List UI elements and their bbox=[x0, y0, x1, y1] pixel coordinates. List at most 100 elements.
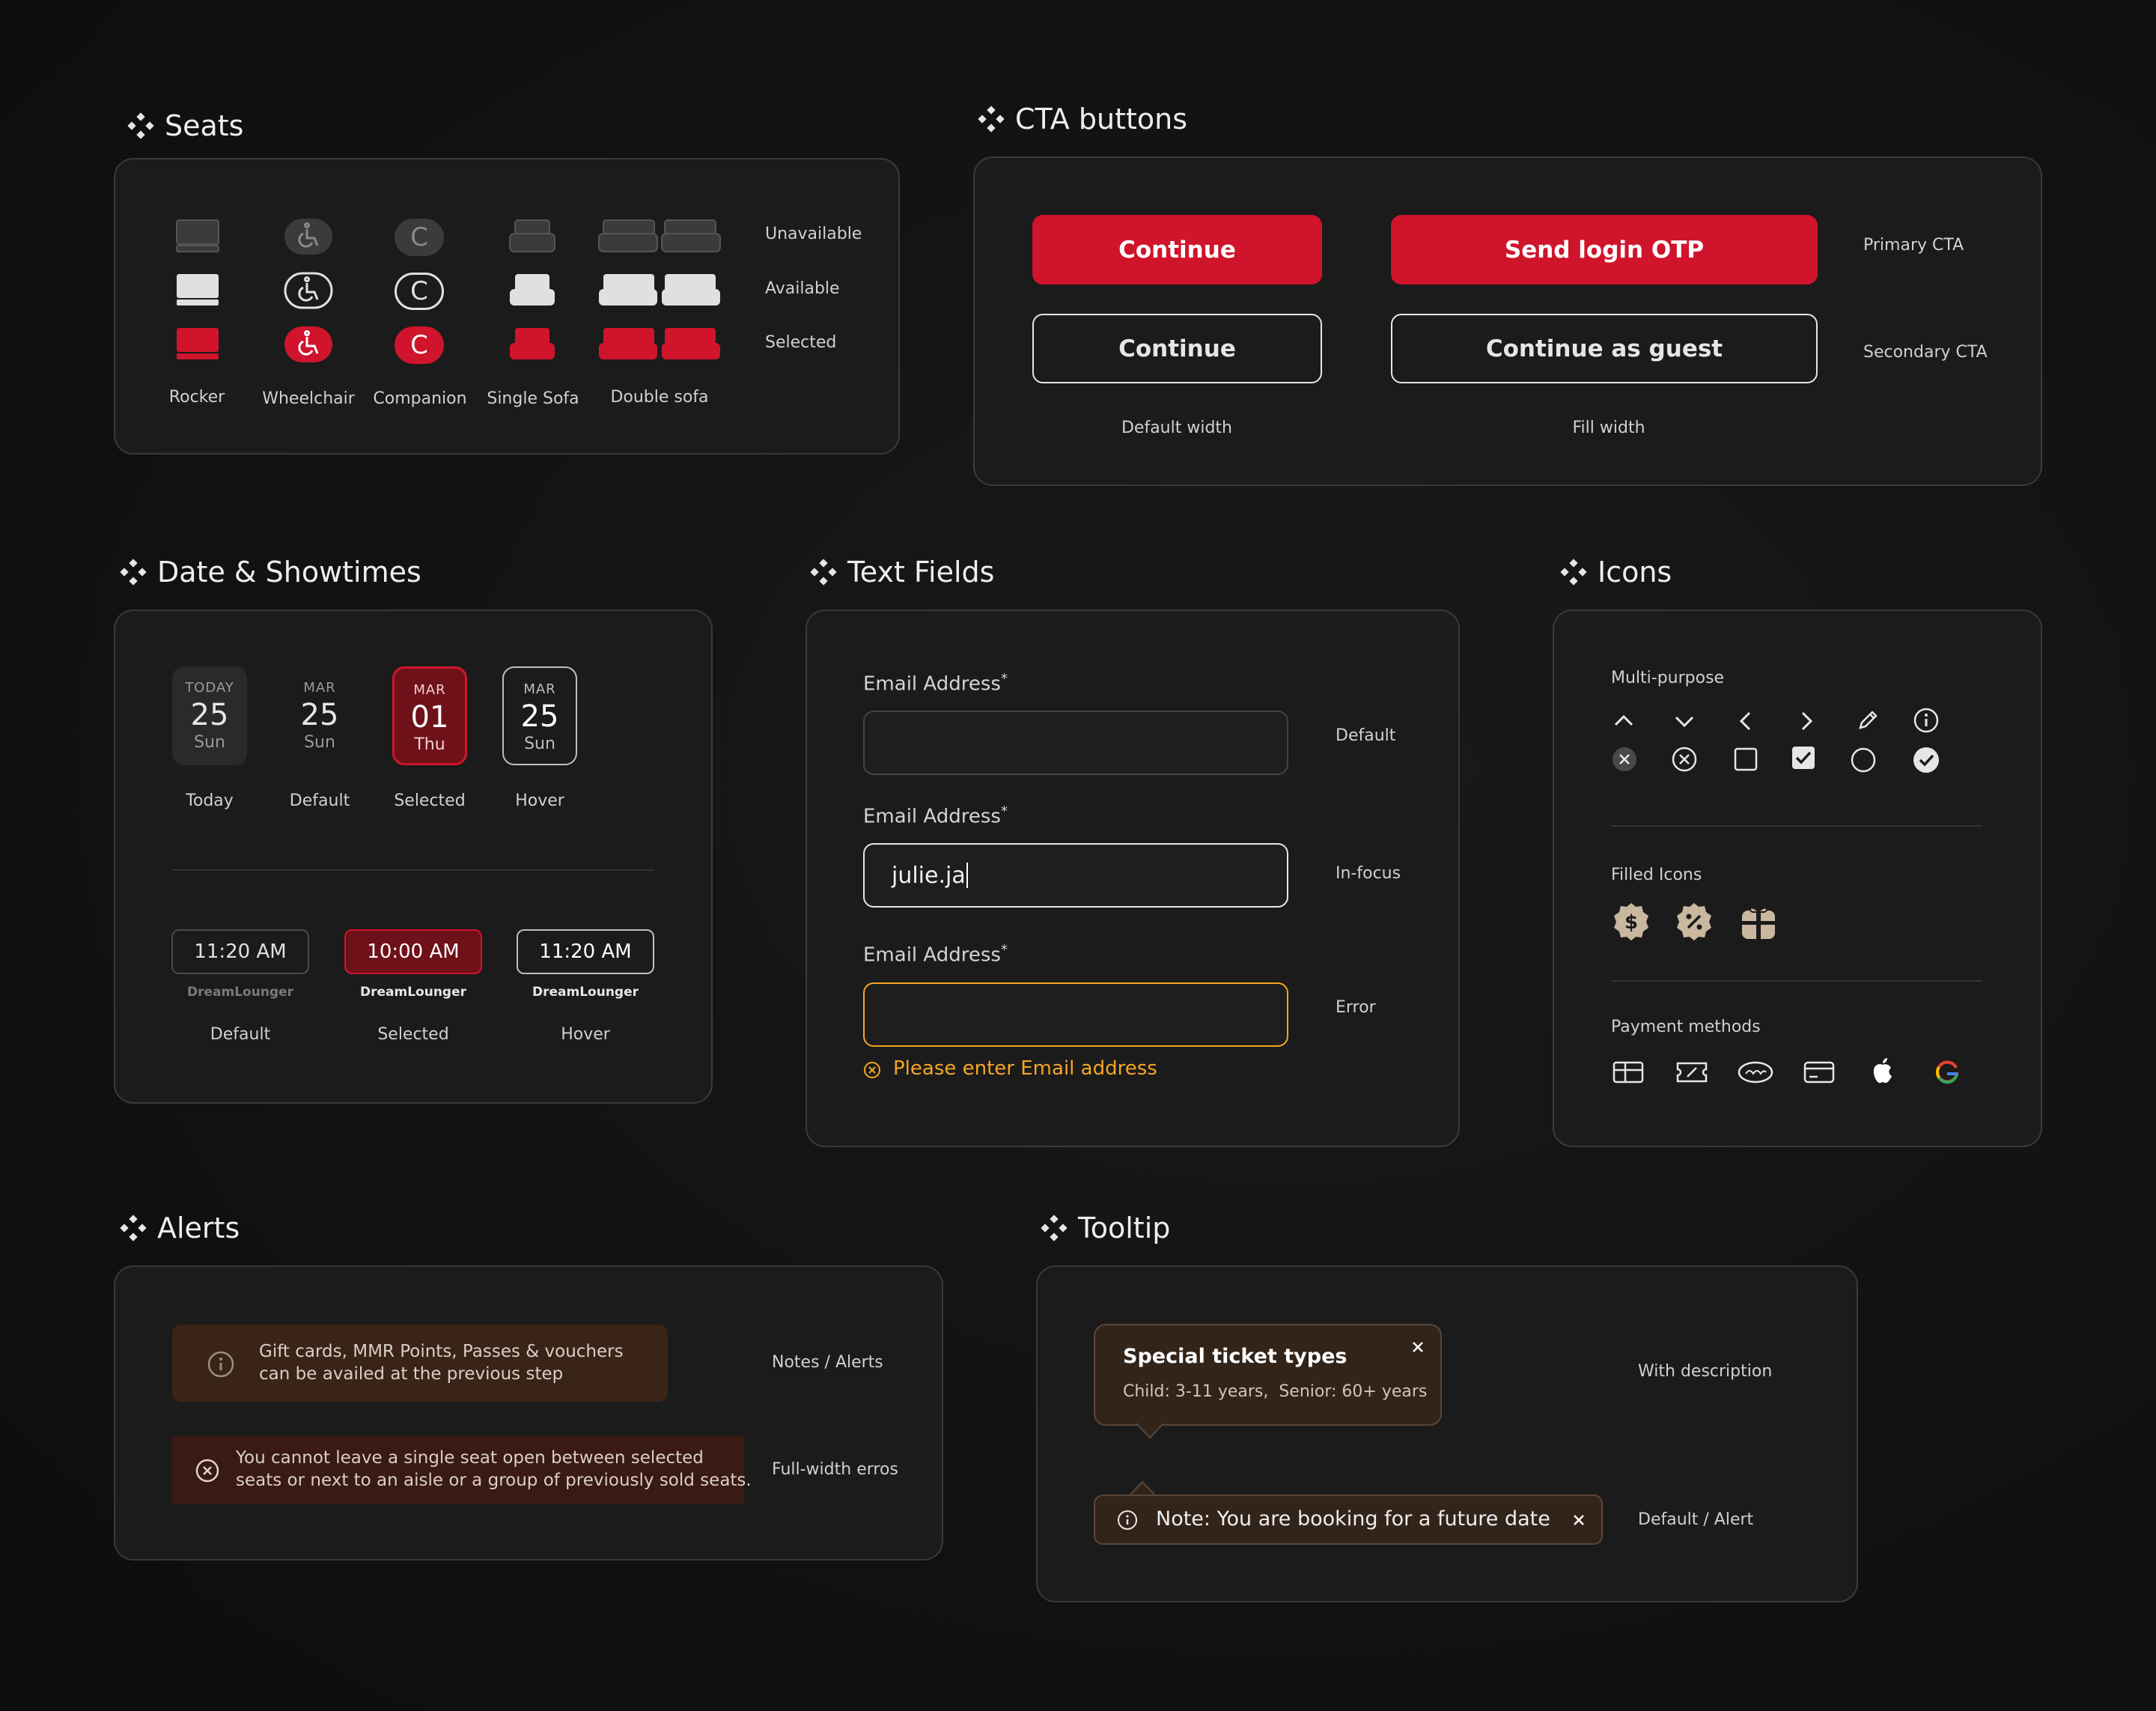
chevron-right-icon[interactable] bbox=[1794, 708, 1819, 734]
radio-empty-icon[interactable] bbox=[1849, 746, 1878, 774]
error-alert-text: You cannot leave a single seat open betw… bbox=[236, 1448, 752, 1490]
notes-alerts-label: Notes / Alerts bbox=[772, 1353, 883, 1372]
chevron-left-icon[interactable] bbox=[1733, 708, 1758, 734]
close-icon[interactable] bbox=[1409, 1338, 1427, 1356]
showtime-hover[interactable]: 11:20 AM bbox=[517, 929, 654, 974]
clear-filled-icon[interactable] bbox=[1611, 746, 1638, 773]
loyalty-points-icon[interactable] bbox=[1737, 1059, 1774, 1086]
date-chip-default[interactable]: MAR 25 Sun bbox=[282, 666, 357, 765]
field-state-default: Default bbox=[1336, 726, 1396, 745]
discount-badge-icon bbox=[1677, 903, 1711, 940]
primary-cta-label: Primary CTA bbox=[1863, 236, 1964, 255]
payment-methods-label: Payment methods bbox=[1611, 1018, 1761, 1036]
filled-icons-label: Filled Icons bbox=[1611, 866, 1702, 884]
info-icon[interactable] bbox=[1913, 707, 1940, 734]
email-label-focus: Email Address* bbox=[863, 803, 1008, 828]
double-sofa-unavailable bbox=[598, 219, 721, 252]
secondary-cta-label: Secondary CTA bbox=[1863, 343, 1988, 362]
col-label-wheelchair: Wheelchair bbox=[262, 389, 355, 408]
tooltip-note-text: Note: You are booking for a future date bbox=[1156, 1507, 1550, 1531]
col-label-companion: Companion bbox=[373, 389, 467, 408]
tooltip-section-title: Tooltip bbox=[1041, 1212, 1170, 1244]
double-sofa-available[interactable] bbox=[597, 271, 722, 310]
single-sofa-unavailable bbox=[509, 219, 555, 252]
full-width-errors-label: Full-width erros bbox=[772, 1460, 898, 1479]
tooltip-with-description bbox=[1094, 1324, 1442, 1426]
companion-seat-available[interactable]: C bbox=[395, 273, 444, 310]
rocker-seat-available[interactable] bbox=[175, 273, 220, 307]
date-chip-selected[interactable]: MAR 01 Thu bbox=[392, 666, 467, 765]
close-icon[interactable] bbox=[1570, 1511, 1588, 1529]
check-circle-filled-icon[interactable] bbox=[1912, 746, 1940, 774]
showtime-default[interactable]: 11:20 AM bbox=[171, 929, 309, 974]
col-label-rocker: Rocker bbox=[168, 388, 225, 407]
showtime-caption-hover: Hover bbox=[561, 1025, 610, 1044]
default-alert-label: Default / Alert bbox=[1638, 1510, 1754, 1529]
error-message: Please enter Email address bbox=[893, 1057, 1157, 1080]
field-state-focus: In-focus bbox=[1336, 864, 1401, 883]
double-sofa-selected[interactable] bbox=[597, 325, 722, 364]
date-section-title: Date & Showtimes bbox=[120, 556, 421, 589]
apple-pay-icon[interactable] bbox=[1869, 1056, 1896, 1086]
row-label-unavailable: Unavailable bbox=[765, 225, 862, 243]
showtime-format-default: DreamLounger bbox=[186, 985, 294, 1000]
email-label-default: Email Address* bbox=[863, 671, 1008, 696]
icons-divider-1 bbox=[1611, 825, 1982, 827]
voucher-icon[interactable] bbox=[1675, 1059, 1708, 1086]
showtime-selected[interactable]: 10:00 AM bbox=[344, 929, 482, 974]
col-label-double-sofa: Double sofa bbox=[610, 388, 709, 407]
fill-width-label: Fill width bbox=[1572, 419, 1645, 437]
field-state-error: Error bbox=[1336, 998, 1376, 1017]
credit-card-icon[interactable] bbox=[1803, 1059, 1836, 1086]
component-icon bbox=[978, 106, 1005, 133]
text-caret bbox=[966, 863, 968, 888]
google-pay-icon[interactable] bbox=[1934, 1059, 1961, 1086]
with-description-label: With description bbox=[1638, 1362, 1773, 1381]
wheelchair-seat-unavailable bbox=[284, 219, 332, 255]
cta-section-title: CTA buttons bbox=[978, 103, 1187, 136]
col-label-single-sofa: Single Sofa bbox=[487, 389, 579, 408]
single-sofa-available[interactable] bbox=[508, 271, 557, 310]
pencil-icon[interactable] bbox=[1854, 707, 1881, 734]
seats-section-title: Seats bbox=[127, 109, 243, 142]
default-width-label: Default width bbox=[1121, 419, 1233, 437]
gift-icon bbox=[1742, 907, 1775, 939]
send-login-otp-button[interactable]: Send login OTP bbox=[1391, 215, 1818, 285]
date-chip-today[interactable]: TODAY 25 Sun bbox=[172, 666, 247, 765]
tooltip-description: Child: 3-11 years, Senior: 60+ years bbox=[1123, 1382, 1428, 1401]
icons-divider-2 bbox=[1611, 980, 1982, 982]
showtime-caption-default: Default bbox=[210, 1025, 271, 1044]
continue-as-guest-button[interactable]: Continue as guest bbox=[1391, 314, 1818, 383]
component-icon bbox=[120, 559, 147, 586]
chevron-down-icon[interactable] bbox=[1672, 708, 1697, 734]
component-icon bbox=[810, 559, 837, 586]
info-icon bbox=[1118, 1510, 1137, 1530]
email-field-error[interactable] bbox=[863, 982, 1288, 1047]
wheelchair-seat-selected[interactable] bbox=[283, 323, 334, 365]
note-alert-text: Gift cards, MMR Points, Passes & voucher… bbox=[259, 1342, 624, 1384]
gift-card-icon[interactable] bbox=[1612, 1059, 1645, 1086]
component-icon bbox=[120, 1215, 147, 1242]
date-caption-default: Default bbox=[289, 791, 350, 810]
wheelchair-seat-available[interactable] bbox=[283, 270, 334, 311]
chevron-up-icon[interactable] bbox=[1611, 708, 1636, 734]
rocker-seat-selected[interactable] bbox=[175, 326, 220, 361]
checkbox-checked-icon[interactable] bbox=[1790, 744, 1817, 771]
date-caption-selected: Selected bbox=[394, 791, 466, 810]
alerts-card bbox=[114, 1265, 943, 1560]
email-field-default[interactable] bbox=[863, 711, 1288, 775]
date-divider bbox=[172, 869, 654, 871]
error-circle-x-icon bbox=[195, 1459, 219, 1483]
continue-secondary-button[interactable]: Continue bbox=[1032, 314, 1322, 383]
alerts-section-title: Alerts bbox=[120, 1212, 240, 1244]
close-circle-icon[interactable] bbox=[1671, 746, 1698, 773]
companion-seat-selected[interactable]: C bbox=[395, 326, 444, 364]
error-circle-x-icon bbox=[864, 1062, 880, 1078]
date-chip-hover[interactable]: MAR 25 Sun bbox=[502, 666, 577, 765]
email-field-focus[interactable]: julie.ja bbox=[863, 843, 1288, 908]
continue-primary-button[interactable]: Continue bbox=[1032, 215, 1322, 285]
single-sofa-selected[interactable] bbox=[508, 325, 557, 364]
checkbox-empty-icon[interactable] bbox=[1732, 746, 1759, 773]
email-label-error: Email Address* bbox=[863, 942, 1008, 967]
companion-seat-unavailable: C bbox=[395, 219, 444, 256]
